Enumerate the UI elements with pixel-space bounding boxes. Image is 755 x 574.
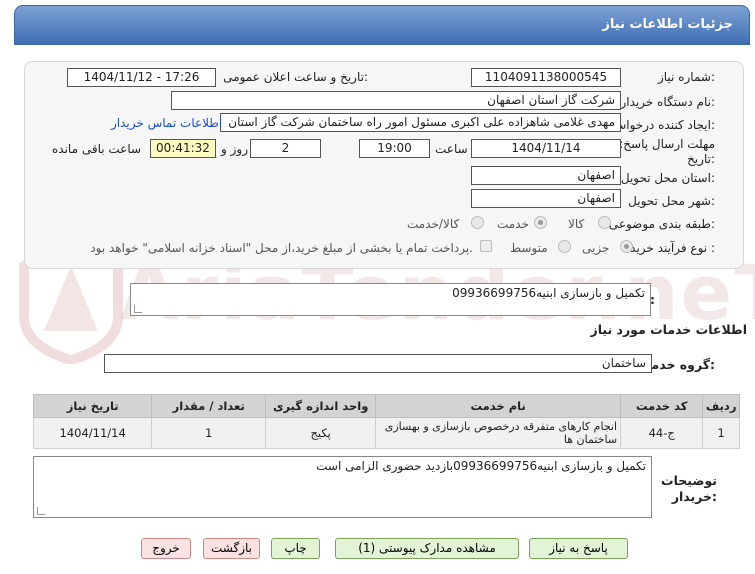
table-header-row: ردیف کد خدمت نام خدمت واحد اندازه گیری ت… (32, 394, 740, 418)
need-number-label: شماره نیاز: (657, 70, 715, 84)
category-label: طبقه بندی موضوعی: (608, 217, 715, 231)
col-service-code: کد خدمت (620, 394, 704, 418)
resize-handle-icon[interactable] (134, 305, 142, 313)
days-label: روز و (221, 142, 248, 156)
back-button[interactable]: بازگشت (203, 538, 260, 559)
cell-row-number: 1 (702, 417, 740, 449)
process-option-minor: جزیی (582, 241, 610, 255)
buyer-notes-label: توضیحات خریدار: (661, 473, 717, 504)
page-title: جزئیات اطلاعات نیاز (602, 17, 733, 32)
process-option-medium: متوسط (510, 241, 548, 255)
treasury-checkbox[interactable] (480, 240, 492, 252)
exit-button[interactable]: خروج (141, 538, 191, 559)
city-field: اصفهان (471, 189, 621, 208)
remaining-label: ساعت باقی مانده (52, 142, 142, 156)
resize-handle-icon[interactable] (37, 507, 45, 515)
days-field: 2 (250, 139, 321, 158)
announce-label: تاریخ و ساعت اعلان عمومی: (223, 70, 368, 84)
buyer-org-field: شرکت گاز استان اصفهان (171, 91, 621, 110)
province-field: اصفهان (471, 166, 621, 185)
table-row: 1 ج-44 انجام کارهای متفرقه درخصوص بازساز… (32, 417, 740, 449)
print-button[interactable]: چاپ (271, 538, 320, 559)
cell-quantity: 1 (151, 417, 267, 449)
services-title: اطلاعات خدمات مورد نیاز (590, 322, 748, 337)
announce-field: 1404/11/12 - 17:26 (67, 68, 216, 87)
province-label: استان محل تحویل: (620, 171, 715, 185)
creator-label: ایجاد کننده درخواست: (604, 118, 715, 132)
deadline-time-label: ساعت (435, 142, 468, 156)
attachments-button[interactable]: مشاهده مدارک پیوستی (1) (335, 538, 519, 559)
deadline-date-field: 1404/11/14 (471, 139, 621, 158)
col-need-date: تاریخ نیاز (32, 394, 153, 418)
buyer-org-label: نام دستگاه خریدار: (620, 95, 716, 109)
category-radio-service[interactable] (534, 216, 547, 229)
category-option-service: خدمت (497, 217, 529, 231)
remaining-time-field: 00:41:32 (150, 139, 216, 158)
col-unit: واحد اندازه گیری (265, 394, 377, 418)
category-radio-goods-service[interactable] (471, 216, 484, 229)
category-radio-goods[interactable] (598, 216, 611, 229)
page-header: جزئیات اطلاعات نیاز (14, 5, 750, 45)
reply-button[interactable]: پاسخ به نیاز (529, 538, 628, 559)
service-group-field: ساختمان (104, 354, 652, 373)
city-label: شهر محل تحویل: (628, 194, 715, 208)
col-quantity: تعداد / مقدار (151, 394, 267, 418)
cell-need-date: 1404/11/14 (32, 417, 153, 449)
process-radio-minor[interactable] (620, 240, 633, 253)
buyer-contact-link[interactable]: اطلاعات تماس خریدار (111, 116, 222, 130)
cell-service-name: انجام کارهای متفرقه درخصوص بازسازی و بهس… (375, 417, 622, 449)
buyer-notes-text: تکمیل و بازسازی ابنیه09936699756بازدید ح… (316, 459, 646, 473)
services-table: ردیف کد خدمت نام خدمت واحد اندازه گیری ت… (32, 394, 740, 449)
category-option-goods-service: کالا/خدمت (407, 217, 460, 231)
process-radio-medium[interactable] (558, 240, 571, 253)
summary-text: تکمیل و بازسازی ابنیه09936699756 (452, 286, 645, 300)
cell-service-code: ج-44 (620, 417, 704, 449)
col-row-number: ردیف (702, 394, 740, 418)
need-number-field: 1104091138000545 (471, 68, 621, 87)
category-option-goods: کالا (568, 217, 585, 231)
col-service-name: نام خدمت (375, 394, 622, 418)
treasury-note: پرداخت تمام یا بخشی از مبلغ خرید،از محل … (90, 241, 473, 255)
creator-field: مهدی غلامی شاهزاده علی اکبری مسئول امور … (220, 113, 621, 132)
process-label: نوع فرآیند خرید : (630, 241, 715, 255)
deadline-time-field: 19:00 (359, 139, 430, 158)
buyer-notes-field: تکمیل و بازسازی ابنیه09936699756بازدید ح… (33, 456, 652, 518)
cell-unit: پکیج (265, 417, 377, 449)
summary-field: تکمیل و بازسازی ابنیه09936699756 (130, 283, 651, 316)
